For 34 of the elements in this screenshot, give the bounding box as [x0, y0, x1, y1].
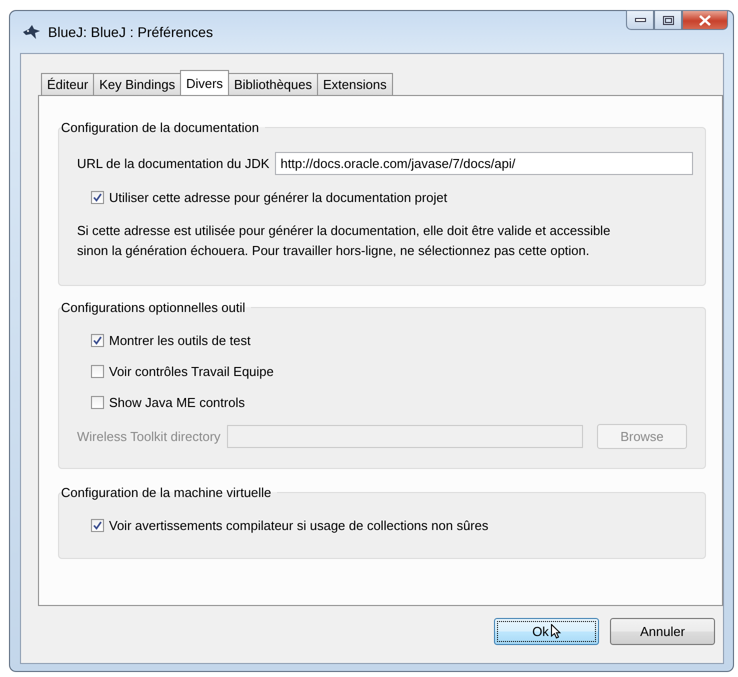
input-field[interactable] — [226, 424, 583, 448]
checkbox[interactable] — [91, 190, 104, 204]
checkbox[interactable] — [91, 396, 104, 408]
tab[interactable]: Bibliothèques — [228, 73, 318, 95]
tab[interactable]: Éditeur — [41, 73, 94, 95]
input-field[interactable]: http://docs.oracle.com/javase/7/docs/api/ — [275, 152, 693, 174]
tab[interactable]: Key Bindings — [93, 73, 182, 95]
maximize-icon — [662, 16, 674, 24]
minimize-button[interactable] — [626, 10, 654, 30]
minimize-icon — [634, 18, 646, 22]
dialog-button[interactable]: Annuler — [610, 618, 715, 645]
checkbox-label[interactable]: Voir avertissements compilateur si usage de collections non sûres — [109, 518, 488, 532]
cursor-icon — [550, 624, 561, 639]
checkbox[interactable] — [91, 364, 104, 378]
field-label: Wireless Toolkit directory — [77, 428, 221, 444]
tab[interactable]: Extensions — [317, 73, 393, 95]
dialog-button[interactable]: Ok — [494, 618, 599, 645]
group-title: Configuration de la documentation — [61, 120, 260, 135]
checkbox-label[interactable]: Voir contrôles Travail Equipe — [109, 364, 274, 378]
tab[interactable]: Divers — [180, 70, 229, 95]
checkbox-label[interactable]: Utiliser cette adresse pour générer la documentation projet — [109, 190, 448, 204]
group-title: Configuration de la machine virtuelle — [61, 485, 272, 500]
close-button[interactable] — [682, 10, 728, 30]
help-text: Si cette adresse est utilisée pour générer la documentation, elle doit être valide et accessible sinon la génération échouera. Pour travailler hors-ligne, ne sélectionnez pas cette option. — [77, 222, 612, 260]
checkbox-label[interactable]: Montrer les outils de test — [109, 332, 251, 348]
close-icon — [699, 14, 711, 26]
checkbox-label[interactable]: Show Java ME controls — [109, 394, 245, 410]
checkbox[interactable] — [91, 334, 104, 346]
field-label: URL de la documentation du JDK — [77, 156, 270, 170]
window-title: BlueJ: BlueJ : Préférences — [48, 24, 213, 40]
checkbox[interactable] — [91, 518, 104, 532]
maximize-button[interactable] — [654, 10, 682, 30]
bird-icon — [22, 24, 42, 40]
group-title: Configurations optionnelles outil — [61, 300, 246, 315]
